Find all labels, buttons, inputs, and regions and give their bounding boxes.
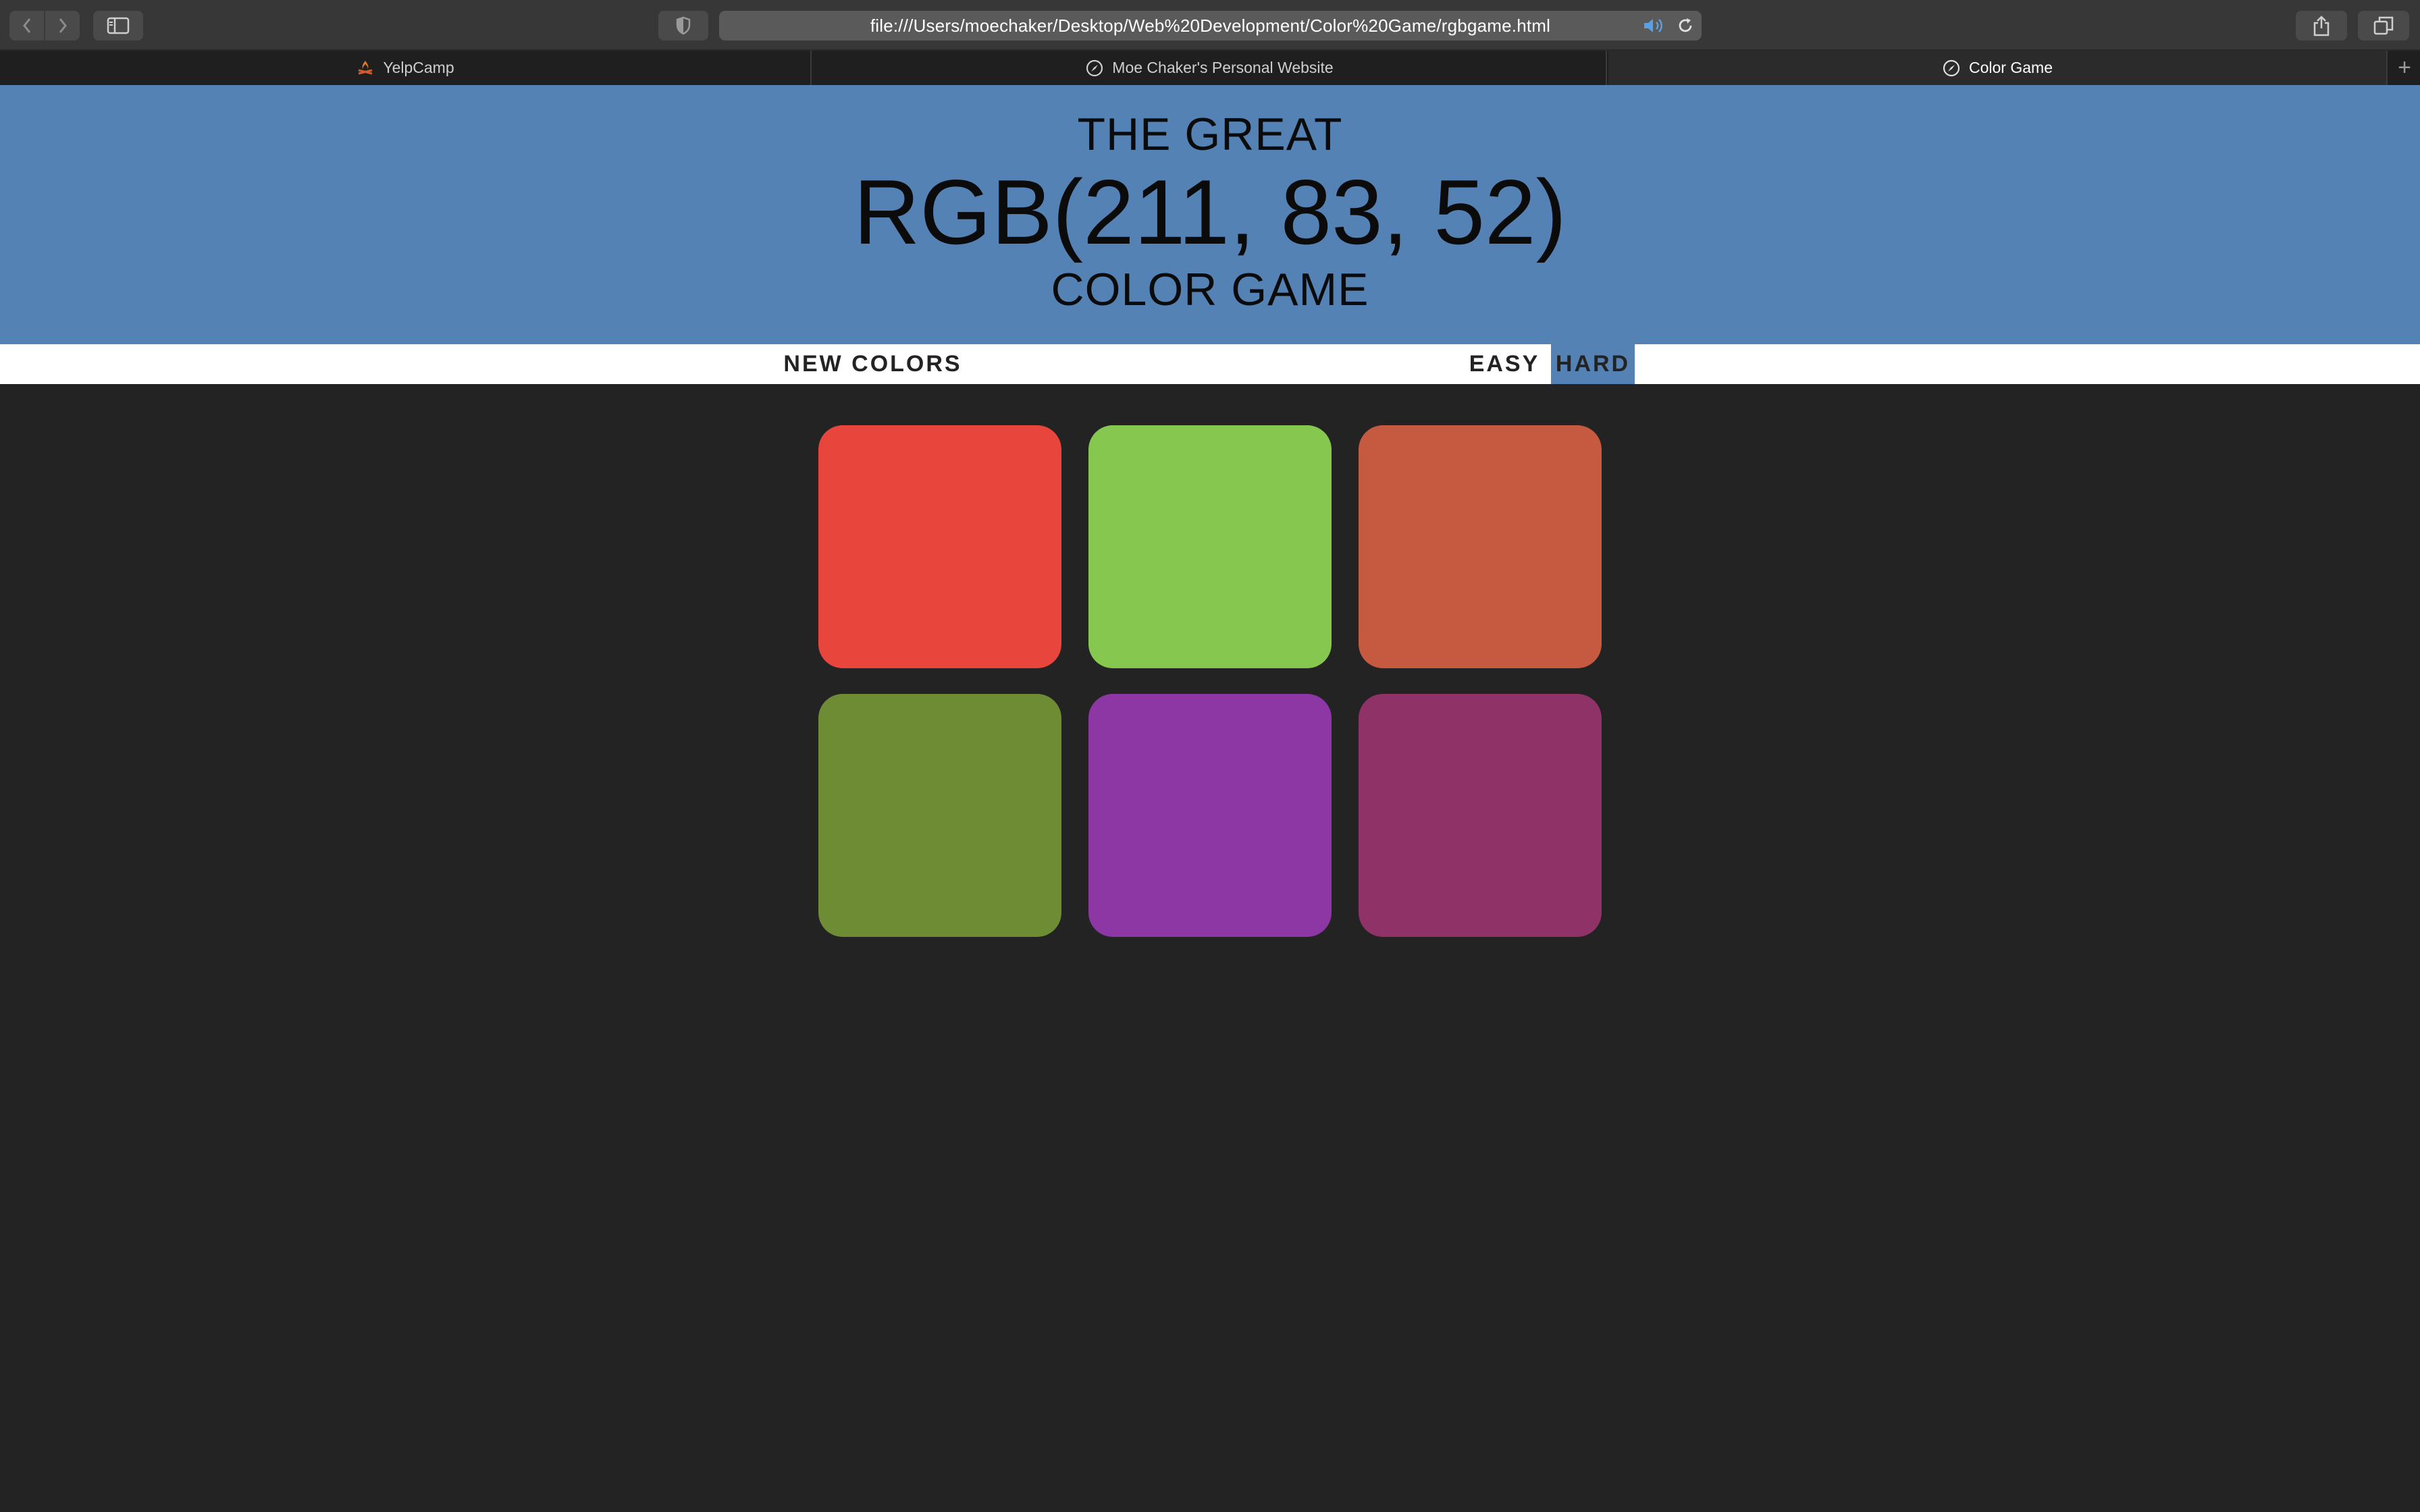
new-tab-button[interactable]: + [2389,51,2420,85]
shield-icon [676,16,691,35]
tabs-overview-icon [2373,16,2394,35]
color-square[interactable] [1359,425,1602,668]
new-colors-button[interactable]: NEW COLORS [777,344,969,384]
show-all-tabs-button[interactable] [2358,11,2409,40]
easy-mode-button[interactable]: EASY [1458,344,1550,384]
rgb-display: RGB(211, 83, 52) [853,161,1567,263]
address-bar[interactable]: file:///Users/moechaker/Desktop/Web%20De… [719,11,1702,40]
back-button[interactable] [9,11,44,40]
browser-toolbar: file:///Users/moechaker/Desktop/Web%20De… [0,0,2420,51]
game-header: THE GREAT RGB(211, 83, 52) COLOR GAME [0,85,2420,344]
share-icon [2313,16,2330,36]
chevron-left-icon [22,18,30,33]
tab-personal-website[interactable]: Moe Chaker's Personal Website [813,51,1607,85]
color-square[interactable] [1359,694,1602,937]
url-text: file:///Users/moechaker/Desktop/Web%20De… [870,16,1551,36]
tab-bar: YelpCamp Moe Chaker's Personal Website C… [0,51,2420,86]
tab-label: Moe Chaker's Personal Website [1112,59,1334,76]
color-square[interactable] [818,694,1061,937]
share-button[interactable] [2296,11,2347,40]
tab-yelpcamp[interactable]: YelpCamp [0,51,812,85]
color-square[interactable] [1088,694,1332,937]
tab-label: Color Game [1969,59,2053,76]
color-square[interactable] [1088,425,1332,668]
sidebar-toggle-button[interactable] [93,11,143,40]
compass-icon [1086,59,1103,76]
title-line-bottom: COLOR GAME [1051,264,1369,315]
forward-button[interactable] [44,11,80,40]
sidebar-icon [107,17,130,34]
tab-color-game[interactable]: Color Game [1608,51,2388,85]
title-line-top: THE GREAT [1077,109,1343,160]
compass-icon [1943,59,1960,76]
hard-mode-button[interactable]: HARD [1551,344,1635,384]
campfire-icon [358,60,373,74]
speaker-icon[interactable] [1642,16,1666,35]
navigation-buttons [9,11,80,40]
chevron-right-icon [59,18,67,33]
controls-stripe: NEW COLORS EASY HARD [0,344,2420,384]
color-square[interactable] [818,425,1061,668]
tab-label: YelpCamp [383,59,454,76]
privacy-report-button[interactable] [658,11,708,40]
reload-icon[interactable] [1676,16,1695,35]
